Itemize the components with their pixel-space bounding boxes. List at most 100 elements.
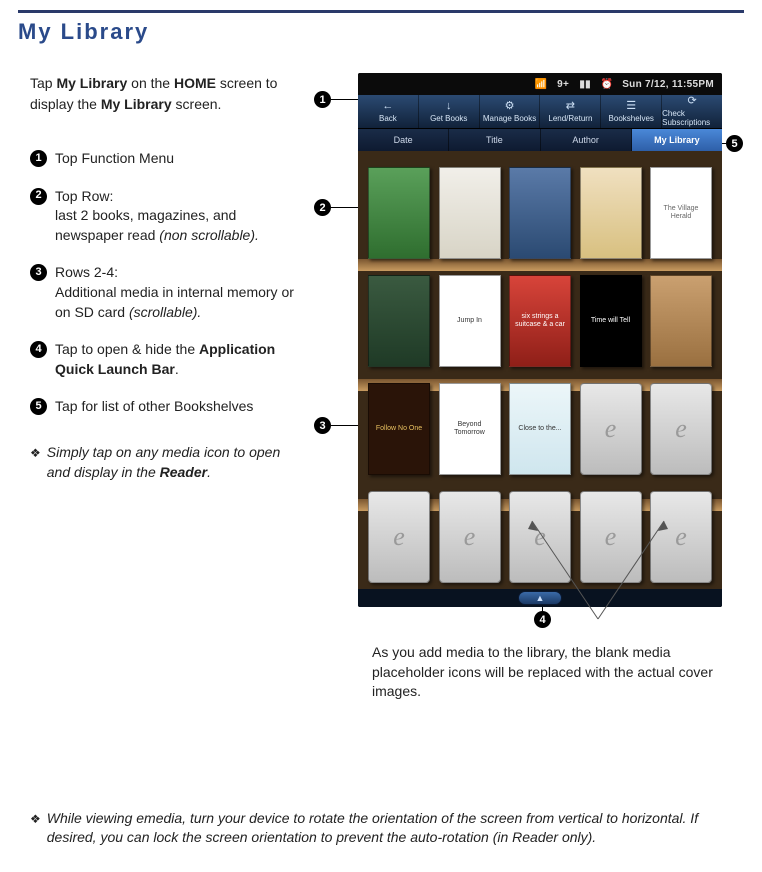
tip-text: While viewing emedia, turn your device t… [47, 809, 730, 848]
bottom-bar: ▲ [358, 589, 722, 607]
text: Tap [30, 75, 56, 91]
shelf-row: The Village Herald [364, 155, 716, 263]
label: Lend/Return [548, 114, 592, 123]
label: Author [572, 135, 599, 145]
sort-author-tab[interactable]: Author [541, 129, 632, 151]
label: Date [394, 135, 413, 145]
book-cover[interactable]: Follow No One [368, 383, 430, 475]
label: Back [379, 114, 397, 123]
label: My Library [654, 135, 700, 145]
media-placeholder[interactable] [650, 383, 712, 475]
leader-line [331, 425, 358, 426]
device-screenshot: 📶 9+ ▮▮ ⏰ Sun 7/12, 11:55PM ←Back ↓Get B… [358, 73, 722, 607]
right-column: 1 2 3 4 5 📶 9+ ▮▮ ⏰ Sun 7/12, 11:55PM ←B… [312, 73, 742, 502]
book-title: Close to the... [516, 423, 563, 435]
label: Title [486, 135, 503, 145]
callout-item-2: 2 Top Row: last 2 books, magazines, and … [30, 187, 298, 246]
book-cover[interactable]: Jump In [439, 275, 501, 367]
diamond-bullet-icon: ❖ [30, 445, 41, 482]
diamond-bullet-icon: ❖ [30, 811, 41, 848]
notification-badge: 9+ [556, 79, 570, 90]
footer-tip: ❖ While viewing emedia, turn your device… [30, 809, 730, 848]
marker-3-icon: 3 [314, 417, 331, 434]
check-subscriptions-button[interactable]: ⟳ Check Subscriptions [662, 95, 722, 128]
text-bold: My Library [101, 96, 172, 112]
label: Get Books [430, 114, 467, 123]
book-title: Follow No One [374, 423, 424, 435]
shelf-row: Jump In six strings a suitcase & a car Tim… [364, 263, 716, 371]
book-cover[interactable] [650, 275, 712, 367]
media-placeholder[interactable] [509, 491, 571, 583]
transfer-icon: ⇄ [566, 101, 575, 112]
callout-text: Top Row: last 2 books, magazines, and ne… [55, 187, 298, 246]
shelf-row: Follow No One Beyond Tomorrow Close to the… [364, 371, 716, 479]
book-title: Beyond Tomorrow [440, 419, 500, 438]
get-books-button[interactable]: ↓ Get Books [419, 95, 480, 128]
book-cover[interactable]: six strings a suitcase & a car [509, 275, 571, 367]
media-placeholder[interactable] [580, 383, 642, 475]
two-column-layout: Tap My Library on the HOME screen to dis… [18, 73, 744, 502]
media-placeholder[interactable] [368, 491, 430, 583]
callout-text: Top Function Menu [55, 149, 174, 169]
shelf-row [364, 479, 716, 587]
callout-item-1: 1 Top Function Menu [30, 149, 298, 169]
label: Check Subscriptions [662, 109, 722, 127]
book-cover[interactable] [368, 167, 430, 259]
tip-item: ❖ Simply tap on any media icon to open a… [30, 443, 298, 482]
list-icon: ☰ [626, 101, 636, 112]
sort-title-tab[interactable]: Title [449, 129, 540, 151]
book-cover[interactable] [580, 167, 642, 259]
text: on the [127, 75, 174, 91]
download-icon: ↓ [446, 101, 452, 112]
text: . [175, 361, 179, 377]
back-icon: ← [382, 101, 393, 112]
book-cover[interactable] [509, 167, 571, 259]
marker-1-icon: 1 [314, 91, 331, 108]
media-placeholder[interactable] [580, 491, 642, 583]
callout-text: Rows 2-4: Additional media in internal m… [55, 263, 298, 322]
book-cover[interactable]: Beyond Tomorrow [439, 383, 501, 475]
text-bold: HOME [174, 75, 216, 91]
back-button[interactable]: ← Back [358, 95, 419, 128]
book-cover[interactable]: Time will Tell [580, 275, 642, 367]
intro-paragraph: Tap My Library on the HOME screen to dis… [30, 73, 298, 115]
media-placeholder[interactable] [650, 491, 712, 583]
chevron-up-icon: ▲ [536, 593, 545, 603]
callout-text: Tap to open & hide the Application Quick… [55, 340, 298, 379]
leader-line [331, 99, 358, 100]
tip-text: Simply tap on any media icon to open and… [47, 443, 298, 482]
header-rule [18, 10, 744, 13]
text-italic: (non scrollable). [159, 227, 259, 243]
callout-item-4: 4 Tap to open & hide the Application Qui… [30, 340, 298, 379]
book-cover[interactable] [368, 275, 430, 367]
status-time: Sun 7/12, 11:55PM [622, 79, 714, 90]
media-placeholder[interactable] [439, 491, 501, 583]
bookshelf-area[interactable]: The Village Herald Jump In six strings a s… [358, 151, 722, 589]
book-title: Jump In [455, 315, 484, 327]
left-column: Tap My Library on the HOME screen to dis… [18, 73, 298, 502]
refresh-icon: ⟳ [687, 96, 696, 107]
text: Tap to open & hide the [55, 341, 199, 357]
book-cover[interactable]: Close to the... [509, 383, 571, 475]
callout-number-icon: 2 [30, 188, 47, 205]
quick-launch-handle[interactable]: ▲ [518, 591, 562, 605]
lend-return-button[interactable]: ⇄ Lend/Return [540, 95, 601, 128]
callout-number-icon: 4 [30, 341, 47, 358]
text-bold: Reader [160, 464, 207, 480]
gear-icon: ⚙ [505, 101, 515, 112]
bookshelves-button[interactable]: ☰Bookshelves [601, 95, 662, 128]
manage-books-button[interactable]: ⚙Manage Books [480, 95, 541, 128]
page-title: My Library [18, 19, 744, 45]
alarm-icon: ⏰ [600, 79, 614, 90]
sort-bar: Date Title Author My Library [358, 129, 722, 151]
sort-date-tab[interactable]: Date [358, 129, 449, 151]
callout-item-3: 3 Rows 2-4: Additional media in internal… [30, 263, 298, 322]
book-title: Time will Tell [589, 315, 632, 327]
text: Rows 2-4: [55, 264, 118, 280]
callout-item-5: 5 Tap for list of other Bookshelves [30, 397, 298, 417]
book-cover[interactable]: The Village Herald [650, 167, 712, 259]
book-cover[interactable] [439, 167, 501, 259]
top-function-menu: ← Back ↓ Get Books ⚙Manage Books ⇄ Lend/Ret… [358, 95, 722, 129]
my-library-tab[interactable]: My Library [632, 129, 722, 151]
text: . [207, 464, 211, 480]
